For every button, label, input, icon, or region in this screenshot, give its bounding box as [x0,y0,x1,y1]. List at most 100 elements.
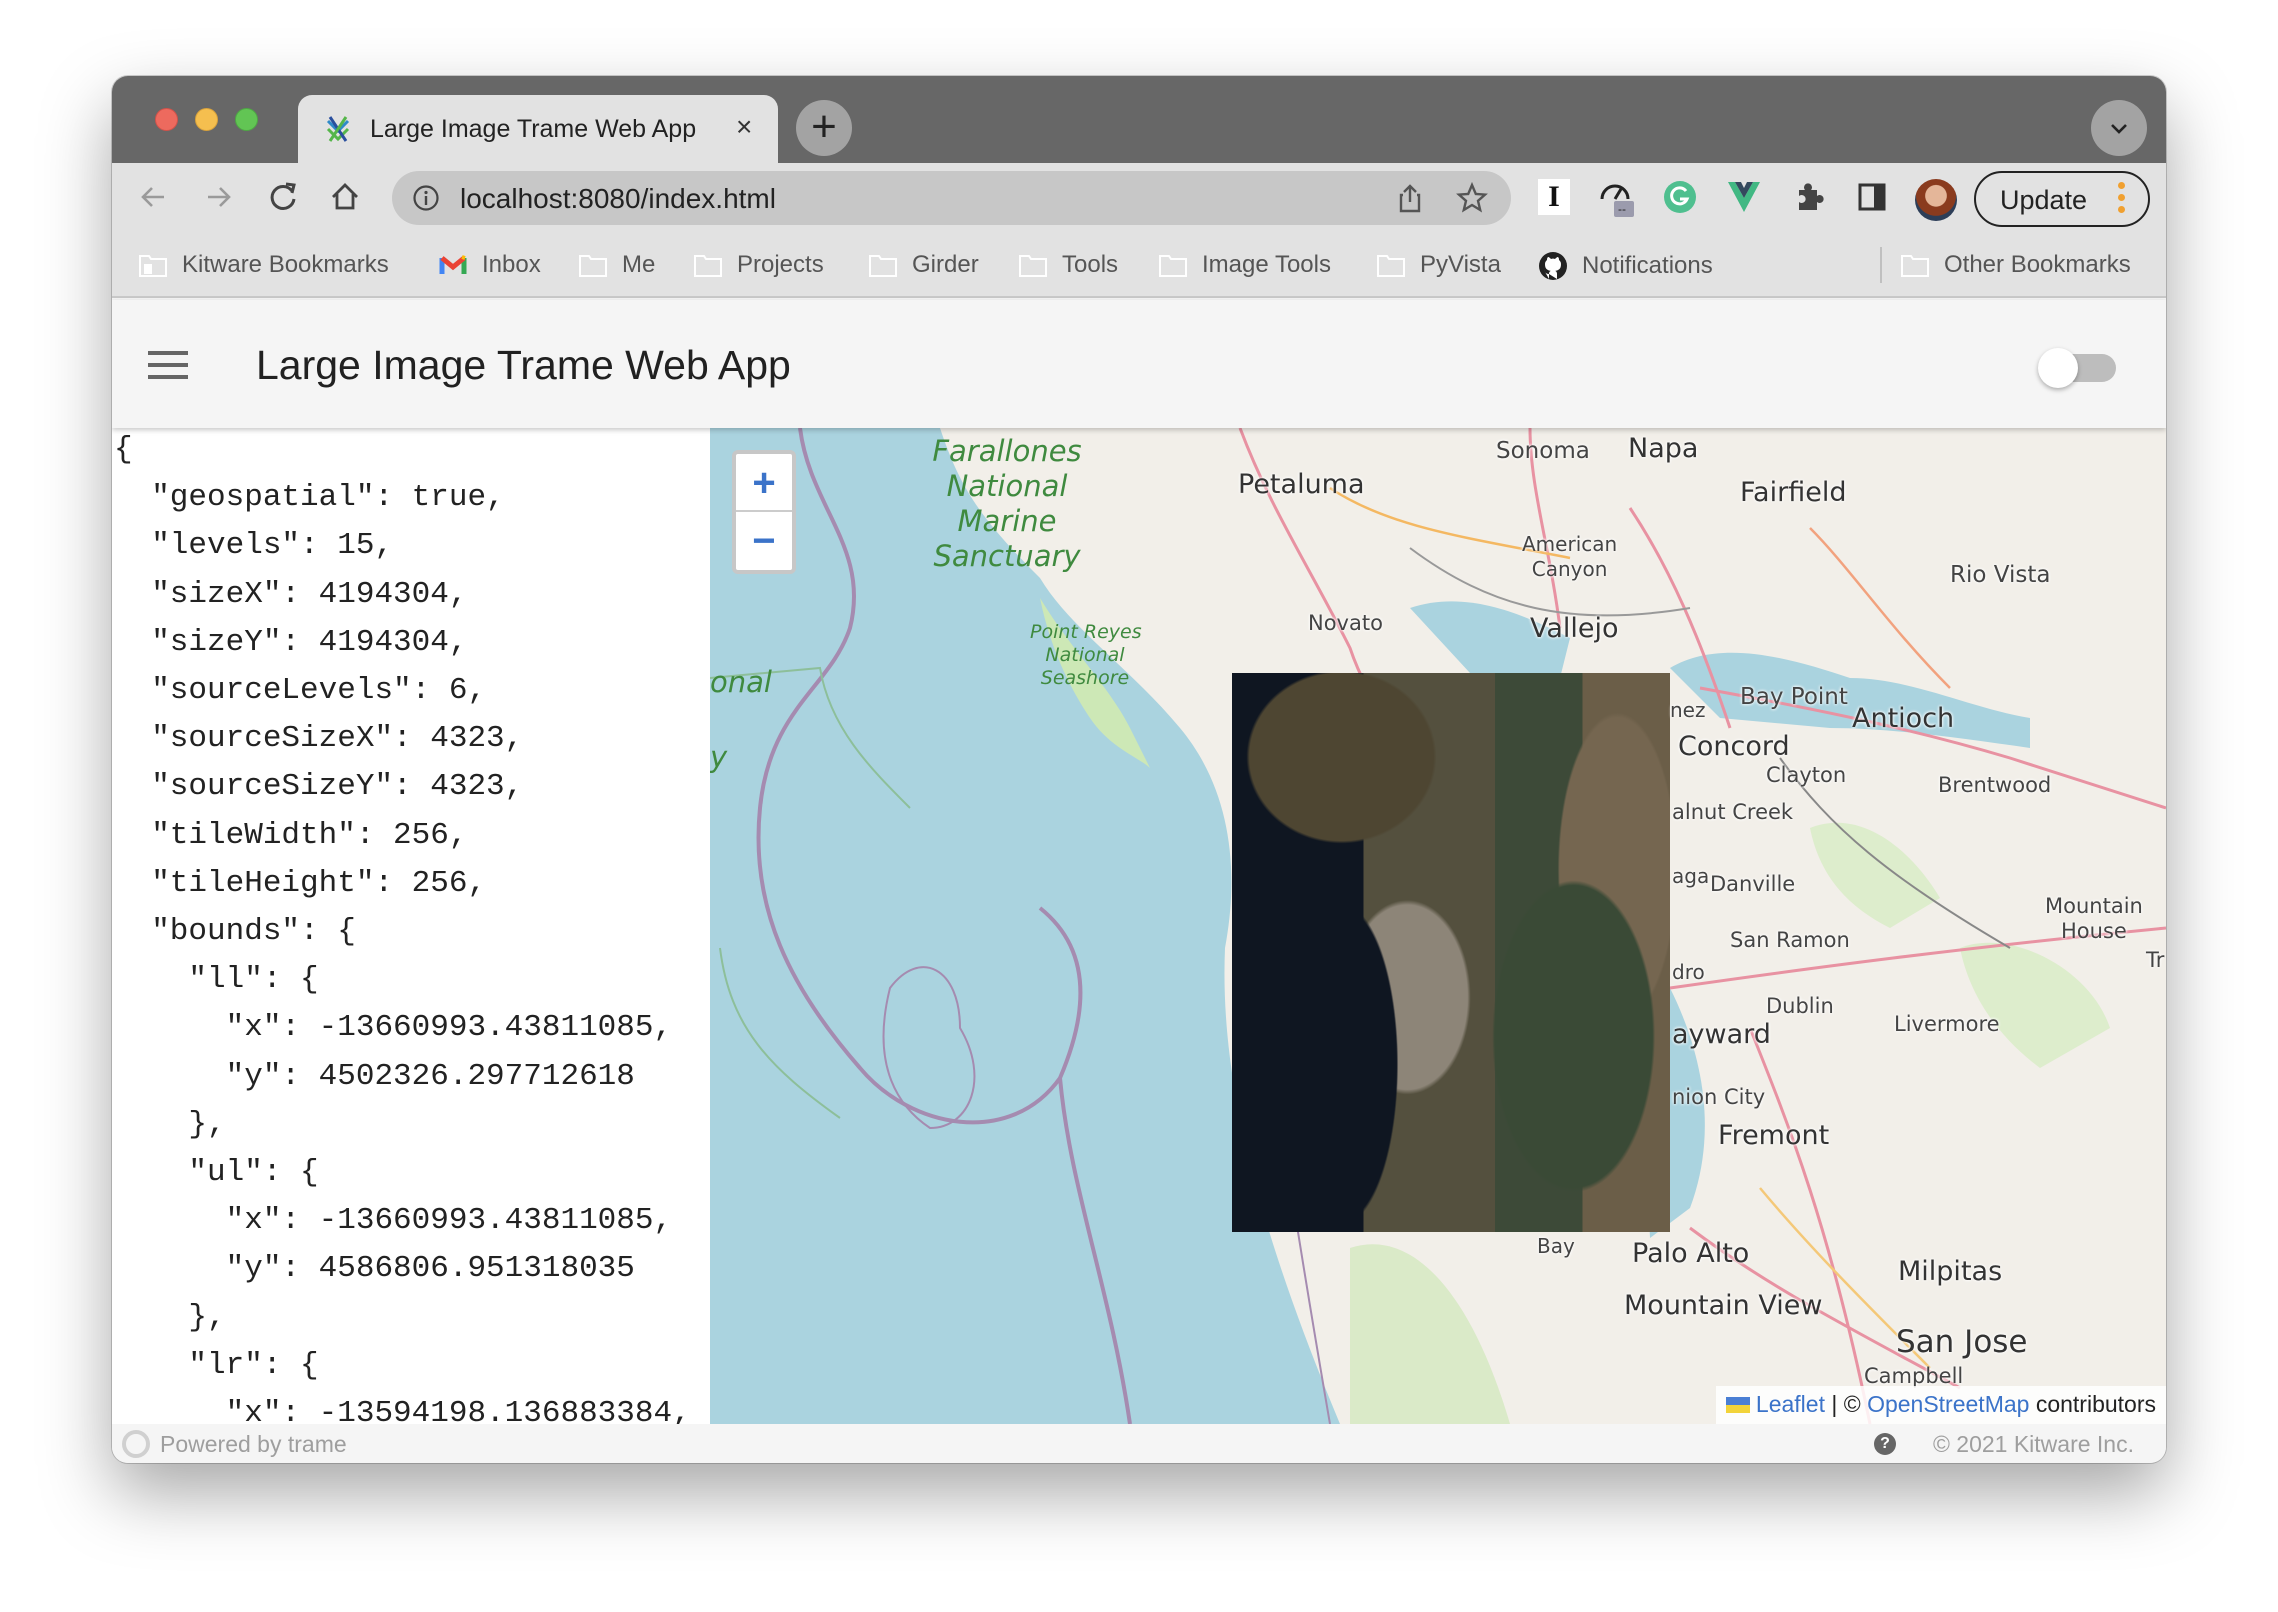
url-text[interactable]: localhost:8080/index.html [460,183,776,215]
bookmark-kitware[interactable]: Kitware Bookmarks [138,251,389,279]
map-label-fremont: Fremont [1718,1120,1830,1151]
home-button[interactable] [323,175,367,219]
bookmark-inbox[interactable]: Inbox [438,251,541,279]
powered-by-text: Powered by trame [160,1431,347,1457]
folder-icon [869,255,897,277]
reload-button[interactable] [261,175,305,219]
zoom-in-button[interactable]: + [736,454,792,512]
json-line: "sourceSizeY": 4323, [114,769,524,805]
instapaper-extension-icon[interactable]: I [1534,175,1574,219]
speed-extension-icon[interactable]: -- [1596,175,1636,219]
extensions-puzzle-icon[interactable] [1788,175,1828,219]
bookmark-girder[interactable]: Girder [868,251,979,279]
building-folder-icon [139,255,167,277]
json-line: "sizeY": 4194304, [114,624,468,660]
zoom-out-button[interactable]: − [736,512,792,570]
bookmark-star-icon[interactable] [1455,181,1489,215]
json-line: "bounds": { [114,914,356,949]
main-content: { "geospatial": true, "levels": 15, "siz… [112,428,2166,1424]
openstreetmap-link[interactable]: OpenStreetMap [1867,1391,2029,1417]
new-tab-button[interactable]: + [796,100,852,156]
profile-avatar[interactable] [1915,179,1957,221]
bookmark-label: Image Tools [1202,251,1331,278]
bookmark-tools[interactable]: Tools [1018,251,1118,279]
update-button[interactable]: Update [1974,171,2150,227]
bookmark-label: PyVista [1420,251,1501,278]
app-footer: Powered by trame ? © 2021 Kitware Inc. [112,1424,2166,1463]
map-label-dro: dro [1672,960,1705,984]
ukraine-flag-icon [1725,1397,1750,1413]
map-label-napa: Napa [1628,433,1699,464]
map-label-american-canyon: American Canyon [1522,532,1618,581]
map-label-aga: aga [1672,864,1710,888]
json-line: "levels": 15, [114,528,394,564]
home-icon [332,183,358,210]
map-label-mountain-house: Mountain House [2045,894,2143,943]
folder-icon [579,255,607,277]
map-label-hayward: ayward [1672,1019,1771,1050]
app-bar: Large Image Trame Web App [112,300,2166,428]
map-label-palo-alto: Palo Alto [1632,1238,1750,1269]
address-bar[interactable]: localhost:8080/index.html [392,171,1511,225]
chevron-down-icon [2111,124,2127,134]
json-line: "sourceSizeX": 4323, [114,721,524,757]
bookmark-label: Kitware Bookmarks [182,251,389,278]
vue-devtools-extension-icon[interactable] [1724,175,1764,219]
map-view[interactable]: Farallones National Marine Sanctuary Point … [710,428,2166,1424]
tab-search-button[interactable] [2091,100,2147,156]
map-label-tr: Tr [2146,948,2165,972]
map-label-nez: nez [1670,698,1706,722]
json-line: "sourceLevels": 6, [114,673,487,708]
map-label-walnut-creek: alnut Creek [1672,800,1794,824]
leaflet-link[interactable]: Leaflet [1756,1391,1825,1417]
reload-icon [270,182,296,210]
json-line: }, [114,1299,226,1335]
bookmark-pyvista[interactable]: PyVista [1376,251,1501,279]
kebab-menu-icon [2118,182,2126,218]
bookmark-label: Me [622,251,656,278]
map-label-rio-vista: Rio Vista [1950,562,2051,588]
bookmark-me[interactable]: Me [578,251,655,279]
map-label-clayton: Clayton [1766,763,1847,787]
folder-icon [694,255,722,277]
copyright-text: © 2021 Kitware Inc. [1932,1431,2134,1457]
json-line: "ll": { [114,962,319,998]
browser-toolbar: localhost:8080/index.html I -- Update [112,163,2166,233]
map-label-bay-point: Bay Point [1740,684,1848,710]
switch-knob [2038,348,2078,388]
bookmark-notifications[interactable]: Notifications [1538,251,1713,281]
side-panel-icon[interactable] [1852,175,1892,219]
json-line: "sizeX": 4194304, [114,576,468,612]
map-label-petaluma: Petaluma [1238,469,1365,500]
share-icon[interactable] [1393,181,1427,215]
back-button[interactable] [132,175,176,219]
info-icon[interactable] [412,184,440,212]
map-label-antioch: Antioch [1852,703,1955,734]
other-bookmarks[interactable]: Other Bookmarks [1900,251,2131,279]
map-label-y: y [710,740,728,774]
menu-hamburger-icon[interactable] [148,351,188,379]
map-attribution: Leaflet | © OpenStreetMap contributors [1715,1386,2166,1424]
json-line: "tileHeight": 256, [114,865,487,901]
maximize-window-button[interactable] [235,108,258,131]
bookmark-label: Projects [737,251,824,278]
minimize-window-button[interactable] [195,108,218,131]
folder-icon [1901,255,1929,277]
forward-button[interactable] [196,175,240,219]
map-label-mountain-view: Mountain View [1624,1290,1823,1321]
help-icon[interactable]: ? [1874,1433,1896,1455]
json-line: "ul": { [114,1155,319,1190]
map-zoom-control: + − [732,450,796,574]
extension-badge: -- [1618,202,1626,216]
attribution-separator: | © [1831,1391,1861,1417]
json-line: "x": -13660993.43811085, [114,1010,673,1046]
close-window-button[interactable] [155,108,178,131]
bookmark-projects[interactable]: Projects [693,251,824,279]
map-label-san-ramon: San Ramon [1730,928,1850,952]
tab-close-icon[interactable]: × [736,111,752,143]
theme-toggle-switch[interactable] [2038,348,2118,388]
grammarly-extension-icon[interactable] [1660,175,1700,219]
bookmark-image-tools[interactable]: Image Tools [1158,251,1331,279]
browser-tab-active[interactable]: Large Image Trame Web App × [298,95,778,163]
tab-title: Large Image Trame Web App [370,115,697,143]
